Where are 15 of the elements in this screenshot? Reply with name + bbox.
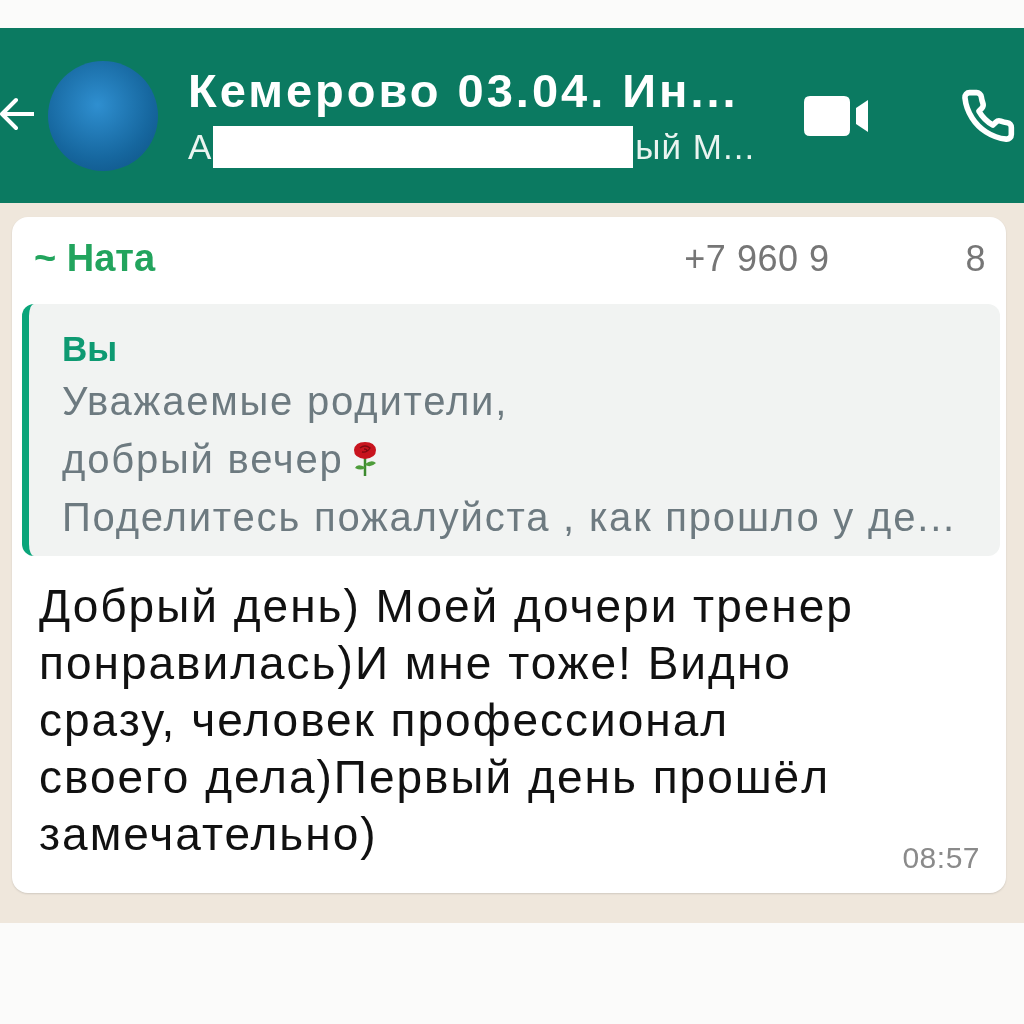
video-call-icon[interactable] [804,93,870,138]
chat-title: Кемерово 03.04. Ин... [188,63,740,118]
members-text: ый М... [635,125,756,168]
quote-text: Уважаемые родители, [62,378,509,425]
message-time: 08:57 [902,841,980,875]
phone-call-icon[interactable] [960,87,1016,144]
quoted-message[interactable]: Вы Уважаемые родители, добрый вечер Поделитесь пожалуйста , как прошло у де... [22,304,1000,556]
quote-author: Вы [62,328,119,370]
message-text: Добрый день) Моей дочери тренер понравилась)И мне тоже! Видно сразу, человек профессионал своего дела)Первый день прошёл замечательно) [39,579,855,862]
members-text: А [188,125,213,168]
sender-phone: 8 [965,237,986,281]
sender-name: ~ Ната [34,236,156,281]
quote-text: добрый вечер [62,436,344,483]
sender-phone: +7 960 9 [684,237,830,281]
quote-text: Поделитесь пожалуйста , как прошло у де... [62,494,956,541]
